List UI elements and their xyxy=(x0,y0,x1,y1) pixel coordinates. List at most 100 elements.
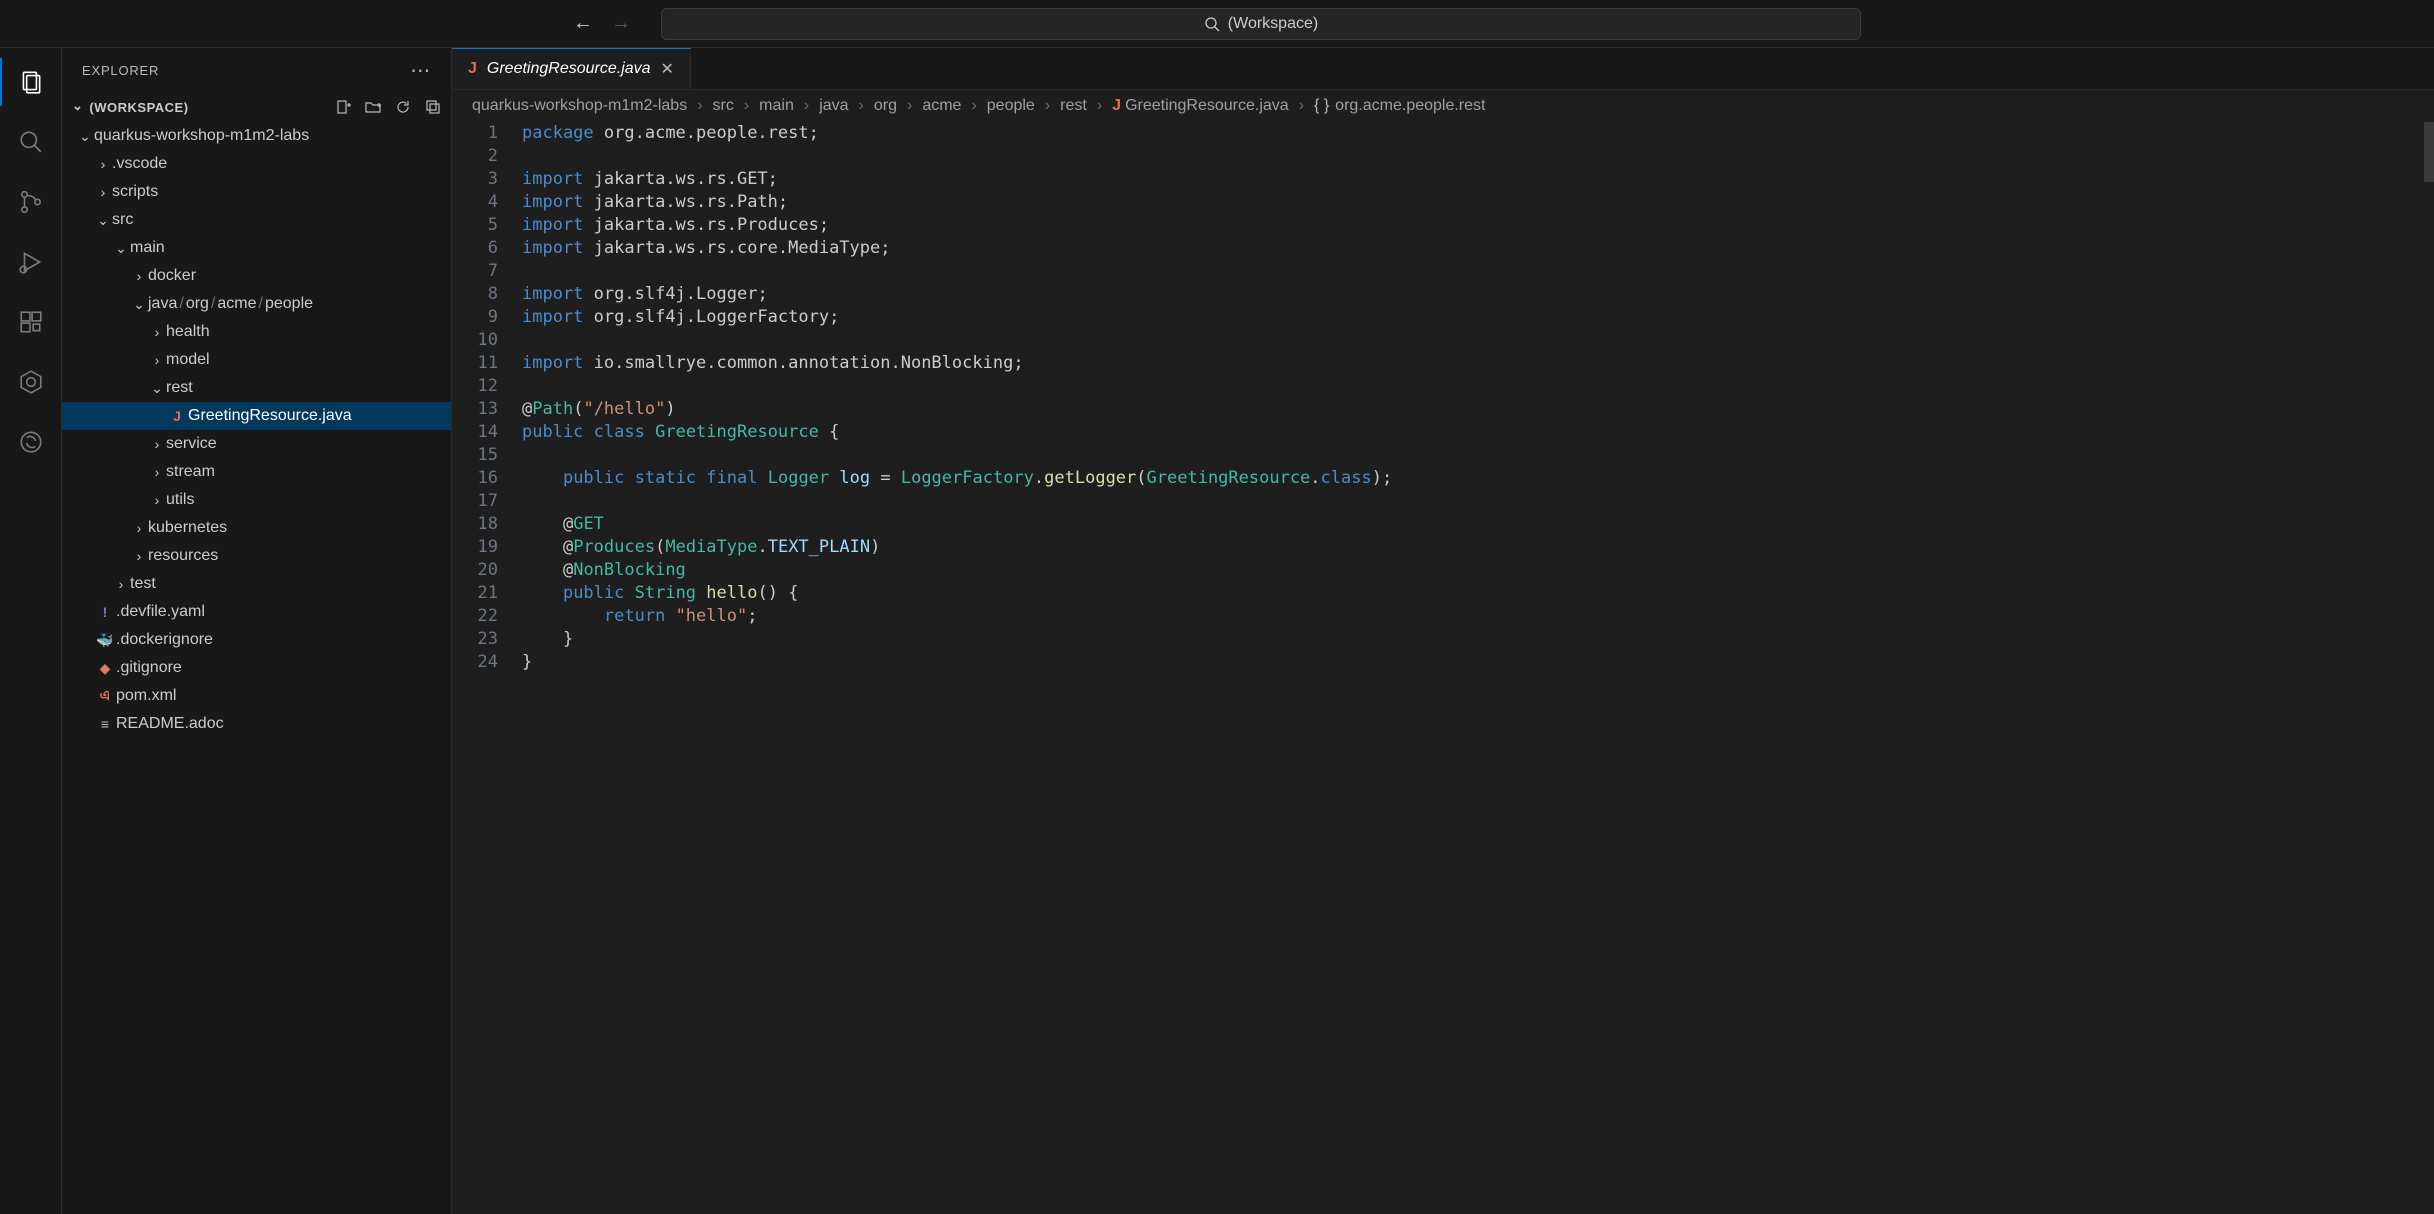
tree-item-label: README.adoc xyxy=(116,715,224,733)
tree-item[interactable]: ›model xyxy=(62,346,451,374)
tree-item[interactable]: JGreetingResource.java xyxy=(62,402,451,430)
command-center-search[interactable]: (Workspace) xyxy=(661,8,1861,40)
chevron-right-icon: › xyxy=(130,268,148,284)
file-tree: ⌄quarkus-workshop-m1m2-labs›.vscode›scri… xyxy=(62,122,451,1214)
workspace-label: (WORKSPACE) xyxy=(89,100,188,115)
docker-file-icon: 🐳 xyxy=(94,632,116,649)
tree-item[interactable]: ›test xyxy=(62,570,451,598)
tab-greetingresource[interactable]: J GreetingResource.java ✕ xyxy=(452,48,691,89)
chevron-right-icon: › xyxy=(94,156,112,172)
chevron-right-icon: › xyxy=(148,352,166,368)
kubernetes-icon[interactable] xyxy=(15,366,47,398)
tree-item[interactable]: ›scripts xyxy=(62,178,451,206)
new-folder-icon[interactable] xyxy=(365,99,381,115)
tree-item[interactable]: ⌄main xyxy=(62,234,451,262)
breadcrumb-label: main xyxy=(759,97,794,114)
chevron-right-icon: › xyxy=(94,184,112,200)
breadcrumb-item[interactable]: rest xyxy=(1060,97,1087,115)
collapse-all-icon[interactable] xyxy=(425,99,441,115)
minimap[interactable] xyxy=(2424,122,2434,182)
activity-bar xyxy=(0,48,62,1214)
tab-label: GreetingResource.java xyxy=(487,60,651,78)
titlebar: ← → (Workspace) xyxy=(0,0,2434,48)
tree-item-label: java/org/acme/people xyxy=(148,295,313,313)
tree-item[interactable]: !.devfile.yaml xyxy=(62,598,451,626)
tree-item-label: .vscode xyxy=(112,155,167,173)
breadcrumb-label: people xyxy=(987,97,1035,114)
tree-item[interactable]: ◆.gitignore xyxy=(62,654,451,682)
tree-item-label: service xyxy=(166,435,217,453)
refresh-icon[interactable] xyxy=(395,99,411,115)
tree-item-label: scripts xyxy=(112,183,158,201)
breadcrumb-label: GreetingResource.java xyxy=(1125,97,1289,114)
tree-item[interactable]: ›.vscode xyxy=(62,150,451,178)
breadcrumb-item[interactable]: acme xyxy=(922,97,961,115)
chevron-right-icon: › xyxy=(112,576,130,592)
tree-item[interactable]: ›kubernetes xyxy=(62,514,451,542)
tree-item[interactable]: ›service xyxy=(62,430,451,458)
source-control-icon[interactable] xyxy=(15,186,47,218)
tree-item[interactable]: ›stream xyxy=(62,458,451,486)
breadcrumb-label: rest xyxy=(1060,97,1087,114)
explorer-panel: EXPLORER ⋯ ⌄ (WORKSPACE) ⌄quarkus-worksh… xyxy=(62,48,452,1214)
new-file-icon[interactable] xyxy=(335,99,351,115)
chevron-down-icon: ⌄ xyxy=(112,240,130,257)
breadcrumb-item[interactable]: people xyxy=(987,97,1035,115)
chevron-down-icon: ⌄ xyxy=(76,128,94,145)
remote-sync-icon[interactable] xyxy=(15,426,47,458)
tree-item-label: health xyxy=(166,323,210,341)
workspace-section-header[interactable]: ⌄ (WORKSPACE) xyxy=(62,92,451,122)
tree-item[interactable]: ⌄rest xyxy=(62,374,451,402)
nav-forward-icon[interactable]: → xyxy=(611,12,631,35)
tree-item[interactable]: ›docker xyxy=(62,262,451,290)
explorer-more-icon[interactable]: ⋯ xyxy=(410,58,431,83)
close-icon[interactable]: ✕ xyxy=(661,59,674,79)
breadcrumb-label: org xyxy=(874,97,897,114)
breadcrumb-label: acme xyxy=(922,97,961,114)
breadcrumb-item[interactable]: org xyxy=(874,97,897,115)
tree-item-label: stream xyxy=(166,463,215,481)
tree-item[interactable]: ≡README.adoc xyxy=(62,710,451,738)
chevron-down-icon: ⌄ xyxy=(130,296,148,313)
breadcrumb-item[interactable]: src xyxy=(713,97,734,115)
search-icon[interactable] xyxy=(15,126,47,158)
java-file-icon: J xyxy=(1112,97,1121,114)
chevron-right-icon: › xyxy=(130,548,148,564)
nav-back-icon[interactable]: ← xyxy=(573,12,593,35)
breadcrumb: quarkus-workshop-m1m2-labs›src›main›java… xyxy=(452,90,2434,122)
code-content[interactable]: package org.acme.people.rest; import jak… xyxy=(522,122,2434,1214)
tree-item-label: test xyxy=(130,575,156,593)
chevron-right-icon: › xyxy=(148,492,166,508)
tree-item[interactable]: 🐳.dockerignore xyxy=(62,626,451,654)
breadcrumb-label: quarkus-workshop-m1m2-labs xyxy=(472,97,687,114)
breadcrumb-item[interactable]: main xyxy=(759,97,794,115)
readme-file-icon: ≡ xyxy=(94,716,116,732)
chevron-right-icon: › xyxy=(148,436,166,452)
tree-item[interactable]: ⌄java/org/acme/people xyxy=(62,290,451,318)
editor-tabs: J GreetingResource.java ✕ xyxy=(452,48,2434,90)
breadcrumb-label: org.acme.people.rest xyxy=(1335,97,1485,114)
tree-item[interactable]: ⌄src xyxy=(62,206,451,234)
tree-item[interactable]: ⌄quarkus-workshop-m1m2-labs xyxy=(62,122,451,150)
tree-item[interactable]: ›health xyxy=(62,318,451,346)
run-debug-icon[interactable] xyxy=(15,246,47,278)
tree-item-label: main xyxy=(130,239,165,257)
breadcrumb-item[interactable]: { }org.acme.people.rest xyxy=(1314,97,1485,115)
line-gutter: 123456789101112131415161718192021222324 xyxy=(452,122,522,1214)
extensions-icon[interactable] xyxy=(15,306,47,338)
code-editor[interactable]: 123456789101112131415161718192021222324 … xyxy=(452,122,2434,1214)
tree-item-label: model xyxy=(166,351,210,369)
tree-item[interactable]: ›resources xyxy=(62,542,451,570)
breadcrumb-item[interactable]: quarkus-workshop-m1m2-labs xyxy=(472,97,687,115)
breadcrumb-item[interactable]: JGreetingResource.java xyxy=(1112,97,1289,115)
explorer-icon[interactable] xyxy=(15,66,47,98)
breadcrumb-label: java xyxy=(819,97,848,114)
java-file-icon: J xyxy=(166,408,188,424)
tree-item[interactable]: ›utils xyxy=(62,486,451,514)
git-file-icon: ◆ xyxy=(94,660,116,677)
tree-item-label: .dockerignore xyxy=(116,631,213,649)
tree-item[interactable]: এpom.xml xyxy=(62,682,451,710)
tree-item-label: rest xyxy=(166,379,193,397)
search-icon xyxy=(1204,16,1220,32)
breadcrumb-item[interactable]: java xyxy=(819,97,848,115)
